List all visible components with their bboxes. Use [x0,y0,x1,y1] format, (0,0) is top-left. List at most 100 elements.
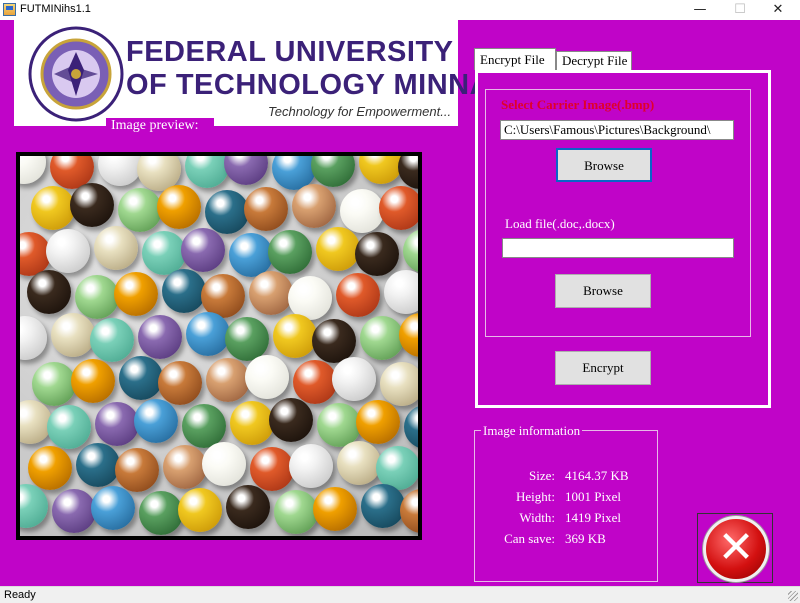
image-preview-picture [16,152,422,540]
marble [163,445,207,489]
marble [115,448,159,492]
marble [379,186,418,230]
app-icon [3,3,16,16]
info-label: Size: [529,468,555,483]
marble [404,405,418,449]
marble [206,358,250,402]
info-value: 4164.37 KB [565,468,629,483]
close-x-icon: ✕ [703,516,769,582]
marble [273,314,317,358]
marble [51,313,95,357]
marble [250,447,294,491]
info-label: Height: [516,489,555,504]
close-window-button[interactable]: ✕ [760,0,796,20]
maximize-button[interactable]: ☐ [722,0,758,20]
marble [95,402,139,446]
marble [114,272,158,316]
marble [316,227,360,271]
marble [205,190,249,234]
marble [361,484,405,528]
marbles-photo [20,156,418,536]
marble [94,226,138,270]
marble [332,357,376,401]
marble [355,232,399,276]
marble [181,228,225,272]
marble [230,401,274,445]
marble [178,488,222,532]
marble [311,156,355,187]
tab-decrypt-file[interactable]: Decrypt File [556,51,632,70]
encrypt-group: Select Carrier Image(.bmp) C:\Users\Famo… [485,89,751,337]
encrypt-button[interactable]: Encrypt [555,351,651,385]
marble [20,484,48,528]
marble [202,442,246,486]
university-logo-banner: FEDERAL UNIVERSITY OF TECHNOLOGY MINNA T… [14,20,491,126]
marble [289,444,333,488]
marble [46,229,90,273]
marble [118,188,162,232]
info-label: Width: [519,510,555,525]
marble [28,446,72,490]
marble [98,156,142,186]
marble [162,269,206,313]
browse-file-button[interactable]: Browse [555,274,651,308]
marble [380,362,418,406]
marble [292,184,336,228]
marble [398,156,418,189]
main-form: FEDERAL UNIVERSITY OF TECHNOLOGY MINNA T… [0,20,800,586]
window-title: FUTMINihs1.1 [20,3,91,15]
marble [313,487,357,531]
carrier-path-input[interactable]: C:\Users\Famous\Pictures\Background\ [500,120,734,140]
logo-tagline: Technology for Empowerment... [268,104,452,119]
marble [403,229,418,273]
marble [75,275,119,319]
marble [399,313,418,357]
marble [249,271,293,315]
minimize-button[interactable]: — [682,0,718,20]
marble [71,359,115,403]
marble [269,398,313,442]
image-information-group: Image information Size: 4164.37 KB Heigh… [474,423,658,582]
marble [31,186,75,230]
marble [336,273,380,317]
marble [359,156,403,184]
marble [268,230,312,274]
marble [90,318,134,362]
marble [20,156,46,184]
tab-encrypt-file[interactable]: Encrypt File [474,48,556,70]
marble [356,400,400,444]
title-bar: FUTMINihs1.1 — ☐ ✕ [0,0,800,20]
marble [384,270,418,314]
load-file-label: Load file(.doc,.docx) [505,216,615,231]
marble [245,355,289,399]
info-value: 1001 Pixel [565,489,621,504]
marble [47,405,91,449]
marble [139,491,183,535]
browse-carrier-button[interactable]: Browse [556,148,652,182]
carrier-image-label: Select Carrier Image(.bmp) [501,97,655,112]
info-label: Can save: [504,531,555,546]
logo-line-2: OF TECHNOLOGY MINNA [126,69,492,101]
image-information-title: Image information [481,423,583,439]
marble [157,185,201,229]
university-seal-icon [28,26,124,122]
resize-grip-icon[interactable] [788,591,798,601]
marble [293,360,337,404]
marble [186,312,230,356]
encrypt-tab-panel: Select Carrier Image(.bmp) C:\Users\Famo… [475,70,771,408]
marble [91,486,135,530]
marble [52,489,96,533]
marble [226,485,270,529]
status-bar: Ready [0,586,800,603]
marble [20,316,47,360]
exit-button[interactable]: ✕ [697,513,773,583]
marble [337,441,381,485]
marble [76,443,120,487]
marble [244,187,288,231]
marble [119,356,163,400]
status-text: Ready [4,589,36,601]
marble [134,399,178,443]
marble [274,490,318,534]
load-file-input[interactable] [502,238,734,258]
image-preview-label: Image preview: [106,118,214,136]
